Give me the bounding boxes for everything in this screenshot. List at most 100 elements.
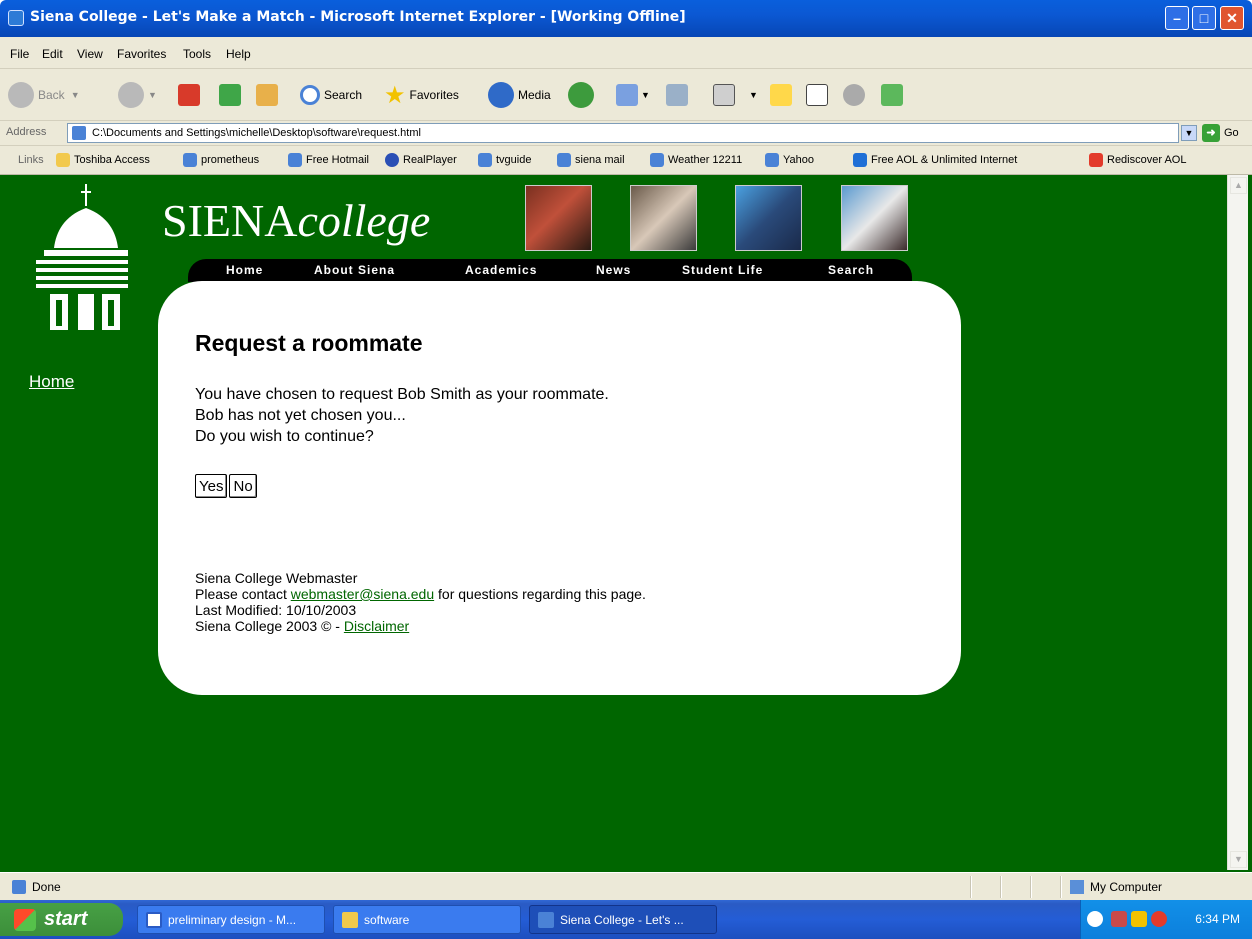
link-siena-mail[interactable]: siena mail [557,153,625,167]
notes-button[interactable] [770,79,792,111]
address-dropdown-button[interactable]: ▼ [1181,125,1197,141]
link-realplayer[interactable]: RealPlayer [385,153,457,167]
minimize-button[interactable]: – [1165,6,1189,30]
status-done: Done [12,880,61,894]
edit-icon [713,84,735,106]
title-bar[interactable]: Siena College - Let's Make a Match - Mic… [0,0,1252,37]
ie-page-icon [765,153,779,167]
address-url: C:\Documents and Settings\michelle\Deskt… [92,127,421,139]
messenger-button[interactable] [881,79,903,111]
link-label: prometheus [201,154,260,166]
go-label: Go [1224,127,1239,139]
ie-page-icon [650,153,664,167]
link-rediscover-aol[interactable]: Rediscover AOL [1089,153,1186,167]
disclaimer-link[interactable]: Disclaimer [344,618,409,634]
media-icon [488,82,514,108]
menu-tools[interactable]: Tools [183,47,211,61]
system-tray: 6:34 PM [1080,900,1252,939]
task-label: software [364,912,410,927]
nav-student-life[interactable]: Student Life [682,263,763,277]
print-button[interactable] [666,79,688,111]
aim-tray-icon[interactable] [1131,911,1147,927]
edit-button[interactable]: ▼ [713,79,758,111]
address-input[interactable]: C:\Documents and Settings\michelle\Deskt… [67,123,1179,143]
media-button[interactable]: Media [488,79,551,111]
nav-academics[interactable]: Academics [465,263,537,277]
tray-expand-icon[interactable] [1087,911,1103,927]
start-label: start [44,908,88,930]
close-button[interactable]: ✕ [1220,6,1244,30]
link-free-hotmail[interactable]: Free Hotmail [288,153,369,167]
link-free-aol[interactable]: Free AOL & Unlimited Internet [853,153,1017,167]
nav-home[interactable]: Home [226,263,263,277]
forward-button[interactable]: ▼ [118,79,157,111]
stop-button[interactable] [178,79,200,111]
aim-button[interactable] [806,79,828,111]
footer-contact: Please contact webmaster@siena.edu for q… [195,586,646,602]
yes-button[interactable]: Yes [195,474,228,498]
realplayer-icon [385,153,399,167]
site-nav-bar: Home About Siena Academics News Student … [188,259,912,282]
nav-news[interactable]: News [596,263,631,277]
nav-search[interactable]: Search [828,263,874,277]
maximize-button[interactable]: □ [1192,6,1216,30]
refresh-button[interactable] [219,79,241,111]
start-button[interactable]: start [0,903,123,936]
taskbar-item-word[interactable]: preliminary design - M... [137,905,325,934]
menu-view[interactable]: View [77,47,103,61]
scroll-up-button[interactable]: ▲ [1230,177,1247,194]
mail-button[interactable]: ▼ [616,79,650,111]
menu-bar: File Edit View Favorites Tools Help [0,37,1252,103]
student-photo [735,185,802,251]
taskbar-item-software-folder[interactable]: software [333,905,521,934]
link-label: Toshiba Access [74,154,150,166]
history-button[interactable] [568,79,598,111]
nav-about-siena[interactable]: About Siena [314,263,395,277]
back-button[interactable]: Back ▼ [8,79,80,111]
menu-help[interactable]: Help [226,47,251,61]
link-yahoo[interactable]: Yahoo [765,153,814,167]
task-label: Siena College - Let's ... [560,912,684,927]
page-footer: Siena College Webmaster Please contact w… [195,570,646,634]
menu-favorites[interactable]: Favorites [117,47,166,61]
go-button[interactable]: ➜ Go [1202,124,1239,142]
no-button[interactable]: No [229,474,257,498]
discuss-button[interactable] [843,79,865,111]
folder-icon [342,911,358,928]
taskbar-item-ie[interactable]: Siena College - Let's ... [529,905,717,934]
link-tvguide[interactable]: tvguide [478,153,531,167]
history-icon [568,82,594,108]
favorites-label: Favorites [409,88,459,102]
address-label: Address [6,126,47,138]
home-button[interactable] [256,79,278,111]
menu-file[interactable]: File [10,47,29,61]
site-name-italic: college [297,195,431,246]
link-label: Rediscover AOL [1107,154,1187,166]
vertical-scrollbar[interactable]: ▲ ▼ [1227,175,1248,870]
mail-icon [616,84,638,106]
scroll-down-button[interactable]: ▼ [1230,851,1247,868]
print-icon [666,84,688,106]
link-weather[interactable]: Weather 12211 [650,153,742,167]
favorites-button[interactable]: ★ Favorites [384,79,459,111]
link-toshiba-access[interactable]: Toshiba Access [56,153,150,167]
network-icon[interactable] [1111,911,1127,927]
word-doc-icon [146,911,162,928]
link-label: RealPlayer [403,154,457,166]
message-line: Bob has not yet chosen you... [195,407,406,424]
webmaster-email-link[interactable]: webmaster@siena.edu [291,586,434,602]
menu-edit[interactable]: Edit [42,47,63,61]
link-prometheus[interactable]: prometheus [183,153,259,167]
status-divider [970,876,972,898]
pin-tray-icon[interactable] [1151,911,1167,927]
sidebar-home-link[interactable]: Home [29,372,74,392]
aol-icon [1089,153,1103,167]
ie-page-icon [557,153,571,167]
windows-taskbar: start preliminary design - M... software… [0,900,1252,939]
address-bar: Address C:\Documents and Settings\michel… [0,121,1252,146]
stop-icon [178,84,200,106]
search-button[interactable]: Search [300,79,362,111]
refresh-icon [219,84,241,106]
status-divider [1000,876,1002,898]
site-name: SIENAcollege [162,198,430,244]
